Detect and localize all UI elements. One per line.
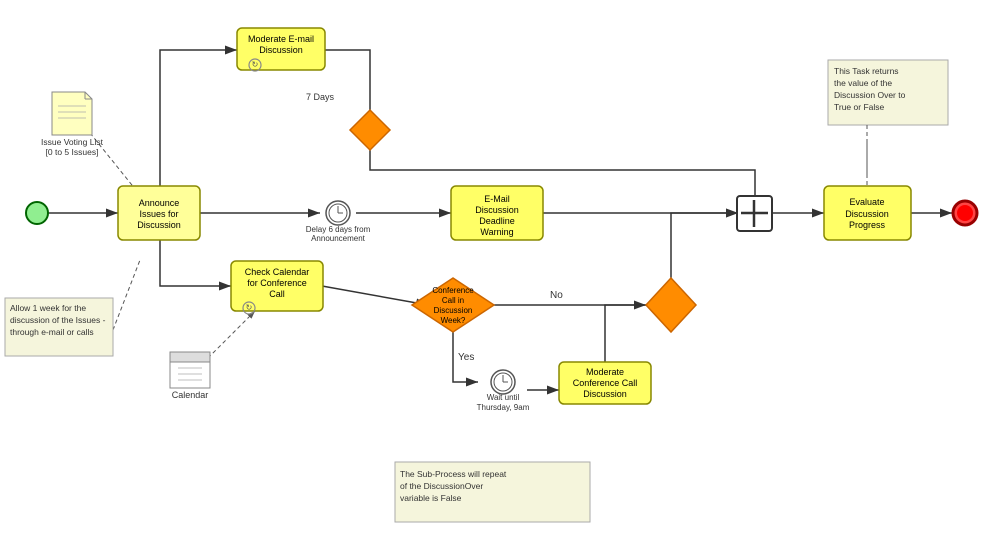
issue-voting-list-doc: Issue Voting List [0 to 5 Issues] <box>41 92 104 157</box>
moderate-email-loop-icon: ↻ <box>252 60 259 69</box>
flow-announce-moderate-email <box>160 50 237 188</box>
moderate-email-task: ↻ Moderate E-mail Discussion <box>237 28 325 71</box>
start-event <box>26 202 48 224</box>
wait-label-2: Thursday, 9am <box>477 403 530 412</box>
wait-timer: Wait until Thursday, 9am <box>477 370 530 412</box>
flow-7days-diamond-to-parallel <box>370 140 755 207</box>
allow-week-text-3: through e-mail or calls <box>10 327 94 337</box>
seven-days-label: 7 Days <box>306 92 335 102</box>
flow-moderate-conf-no-gw <box>605 305 646 365</box>
issue-doc-label2: [0 to 5 Issues] <box>46 147 99 157</box>
announce-task: Announce Issues for Discussion <box>118 186 200 240</box>
mod-conf-label-2: Conference Call <box>573 378 638 388</box>
no-diamond <box>646 278 696 332</box>
evaluate-label-2: Discussion <box>845 209 889 219</box>
mod-conf-label-3: Discussion <box>583 389 627 399</box>
conf-call-label-2: Call in <box>442 296 464 305</box>
evaluate-label-1: Evaluate <box>849 197 884 207</box>
bpmn-diagram: No Yes Iss <box>0 0 1006 536</box>
task-returns-text-1: This Task returns <box>834 66 899 76</box>
delay-label-1: Delay 6 days from <box>306 225 371 234</box>
email-deadline-label-3: Deadline <box>479 216 515 226</box>
yes-label: Yes <box>458 352 474 363</box>
sub-process-annotation: The Sub-Process will repeat of the Discu… <box>395 462 590 522</box>
check-cal-label-2: for Conference <box>247 278 307 288</box>
calendar-doc-label: Calendar <box>172 390 209 400</box>
evaluate-label-3: Progress <box>849 220 886 230</box>
flow-moderate-email-days <box>324 50 370 120</box>
delay-label-2: Announcement <box>311 234 366 243</box>
sub-process-text-1: The Sub-Process will repeat <box>400 469 507 479</box>
sub-process-text-2: of the DiscussionOver <box>400 481 483 491</box>
delay-timer: Delay 6 days from Announcement <box>306 201 371 243</box>
issue-doc-label: Issue Voting List <box>41 137 104 147</box>
check-cal-label-1: Check Calendar <box>245 267 310 277</box>
email-deadline-task: E-Mail Discussion Deadline Warning <box>451 186 543 240</box>
email-deadline-label-2: Discussion <box>475 205 519 215</box>
task-returns-text-4: True or False <box>834 102 885 112</box>
task-returns-text-2: the value of the <box>834 78 892 88</box>
conf-call-label-3: Discussion <box>434 306 473 315</box>
flow-check-cal-conf-gateway <box>322 286 428 305</box>
flow-no-gw-parallel <box>671 213 738 280</box>
allow-week-text-2: discussion of the Issues - <box>10 315 106 325</box>
wait-label-1: Wait until <box>487 393 520 402</box>
moderate-email-label-1: Moderate E-mail <box>248 34 314 44</box>
moderate-email-label-2: Discussion <box>259 45 303 55</box>
calendar-doc: Calendar <box>170 352 210 400</box>
allow-week-annotation: Allow 1 week for the discussion of the I… <box>5 298 113 356</box>
end-event-inner <box>957 205 973 221</box>
announce-label-2: Issues for <box>139 209 178 219</box>
task-returns-annotation: This Task returns the value of the Discu… <box>828 60 948 125</box>
check-calendar-task: Check Calendar for Conference Call ↻ <box>231 261 323 314</box>
parallel-gateway <box>737 196 772 231</box>
task-returns-text-3: Discussion Over to <box>834 90 906 100</box>
flow-announce-check-cal <box>160 240 231 286</box>
no-label: No <box>550 290 563 301</box>
allow-week-text-1: Allow 1 week for the <box>10 303 86 313</box>
announce-label-1: Announce <box>139 198 180 208</box>
email-deadline-label-4: Warning <box>480 227 513 237</box>
conf-call-label-1: Conference <box>432 286 474 295</box>
seven-days-diamond <box>350 110 390 150</box>
conf-call-label-4: Week? <box>441 316 466 325</box>
flow-allow-week-annotation <box>113 260 140 330</box>
email-deadline-label-1: E-Mail <box>484 194 510 204</box>
mod-conf-label-1: Moderate <box>586 367 624 377</box>
evaluate-task: Evaluate Discussion Progress <box>824 186 911 240</box>
moderate-conf-call-task: Moderate Conference Call Discussion <box>559 362 651 404</box>
check-cal-label-3: Call <box>269 289 285 299</box>
check-cal-loop-icon: ↻ <box>246 303 253 312</box>
sub-process-text-3: variable is False <box>400 493 462 503</box>
announce-label-3: Discussion <box>137 220 181 230</box>
